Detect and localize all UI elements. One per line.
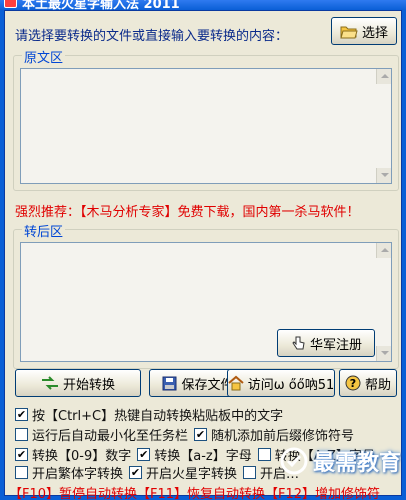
window-title: 本土最火星字输入法 2011 <box>22 0 180 10</box>
checkbox-traditional[interactable] <box>15 466 28 479</box>
main-window: 请选择要转换的文件或直接输入要转换的内容： 选择 原文区 强烈推荐：【木马分析专… <box>4 10 402 500</box>
source-groupbox: 原文区 <box>13 47 399 191</box>
register-button[interactable]: 华军注册 <box>277 329 375 357</box>
input-prompt: 请选择要转换的文件或直接输入要转换的内容： <box>15 29 289 44</box>
folder-open-icon <box>340 26 358 38</box>
checkbox-third-extra[interactable] <box>243 466 257 479</box>
option-martian[interactable]: ✔ 开启火星字转换 <box>129 463 237 482</box>
checkbox-random-decor[interactable]: ✔ <box>194 428 208 441</box>
convert-arrows-icon <box>41 376 58 390</box>
source-scroll-down[interactable] <box>376 168 391 183</box>
option-row-4: 开启繁体字转换 ✔ 开启火星字转换 开启… <box>15 463 299 482</box>
save-disk-icon <box>162 376 177 390</box>
checkbox-convert-upper[interactable] <box>257 448 271 461</box>
option-row-3: ✔ 转换【0-9】数字 ✔ 转换【a-z】字母 转换【A-Z】字母 <box>15 445 375 464</box>
start-convert-button[interactable]: 开始转换 <box>15 369 141 397</box>
start-convert-label: 开始转换 <box>62 377 115 393</box>
checkbox-convert-lower[interactable]: ✔ <box>137 448 151 461</box>
checkbox-minimize-tray[interactable] <box>15 428 28 441</box>
title-bar: 本土最火星字输入法 2011 <box>0 0 406 10</box>
visit-button[interactable]: 访问ω őő吶51 <box>227 369 335 397</box>
option-traditional[interactable]: 开启繁体字转换 <box>15 463 123 482</box>
checkbox-hotkey-convert[interactable]: ✔ <box>15 408 28 421</box>
hand-pointer-icon <box>292 336 305 350</box>
hotkey-hints: 【F10】暂停自动转换【F11】恢复自动转换【F12】增加修饰符 <box>9 487 381 500</box>
select-file-button[interactable]: 选择 <box>331 17 397 45</box>
option-convert-digits[interactable]: ✔ 转换【0-9】数字 <box>15 445 131 464</box>
checkbox-convert-digits[interactable]: ✔ <box>15 448 28 461</box>
source-scroll-up[interactable] <box>376 69 391 84</box>
source-label: 原文区 <box>22 47 66 66</box>
option-random-decor[interactable]: ✔ 随机添加前后缀修饰符号 <box>194 425 354 444</box>
select-file-label: 选择 <box>361 25 388 41</box>
option-convert-upper[interactable]: 转换【A-Z】字母 <box>257 445 375 464</box>
source-text-area[interactable] <box>20 68 392 184</box>
save-file-label: 保存文件 <box>181 377 234 393</box>
checkbox-martian[interactable]: ✔ <box>129 466 143 479</box>
app-icon <box>4 0 17 8</box>
home-icon <box>228 375 244 391</box>
result-scroll-down[interactable] <box>376 346 391 361</box>
result-label: 转后区 <box>22 221 66 240</box>
option-third-extra[interactable]: 开启… <box>243 463 299 482</box>
result-scroll-up[interactable] <box>376 243 391 258</box>
option-hotkey-convert[interactable]: ✔ 按【Ctrl+C】热键自动转换粘贴板中的文字 <box>15 405 283 424</box>
recommend-banner[interactable]: 强烈推荐：【木马分析专家】免费下载，国内第一杀马软件！ <box>15 201 360 220</box>
help-icon: ? <box>345 375 361 391</box>
option-row-1: ✔ 按【Ctrl+C】热键自动转换粘贴板中的文字 <box>15 405 283 424</box>
help-label: 帮助 <box>364 377 391 393</box>
visit-label: 访问ω őő吶51 <box>247 377 335 393</box>
option-row-2: 运行后自动最小化至任务栏 ✔ 随机添加前后缀修饰符号 <box>15 425 354 444</box>
option-minimize-tray[interactable]: 运行后自动最小化至任务栏 <box>15 425 188 444</box>
register-label: 华军注册 <box>309 337 362 353</box>
option-convert-lower[interactable]: ✔ 转换【a-z】字母 <box>137 445 252 464</box>
help-button[interactable]: ? 帮助 <box>339 369 397 397</box>
svg-text:?: ? <box>350 377 356 390</box>
